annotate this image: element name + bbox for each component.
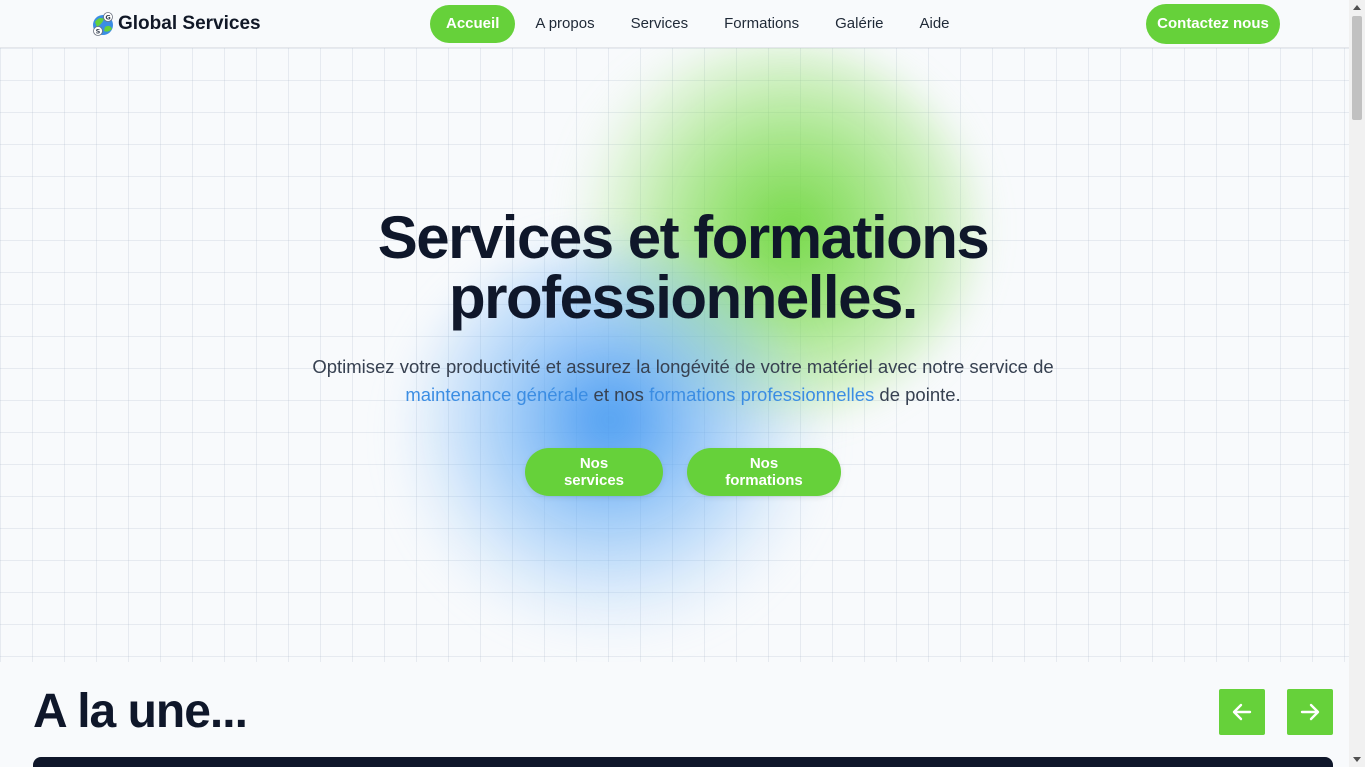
contact-button[interactable]: Contactez nous (1146, 4, 1280, 44)
subtitle-text-1: Optimisez votre productivité et assurez … (312, 356, 1054, 377)
subtitle-text-3: de pointe. (874, 384, 961, 405)
top-navbar: S G Global Services Accueil A propos Ser… (0, 0, 1349, 48)
hero-subtitle: Optimisez votre productivité et assurez … (283, 353, 1083, 409)
arrow-right-icon (1300, 703, 1320, 721)
svg-text:S: S (96, 28, 101, 36)
subtitle-text-2: et nos (588, 384, 650, 405)
svg-text:G: G (105, 14, 110, 22)
scroll-down-icon[interactable] (1353, 757, 1361, 762)
page: S G Global Services Accueil A propos Ser… (0, 0, 1365, 767)
brand-name[interactable]: Global Services (118, 13, 261, 35)
our-trainings-button[interactable]: Nos formations (687, 448, 841, 496)
nav-item-galerie[interactable]: Galérie (817, 5, 901, 43)
hero-title: Services et formations professionnelles. (183, 208, 1183, 328)
scroll-up-icon[interactable] (1353, 5, 1361, 10)
hero-title-line2: professionnelles. (449, 264, 918, 331)
gs-globe-logo-icon[interactable]: S G (90, 10, 116, 38)
hero-actions: Nos services Nos formations (525, 448, 841, 496)
featured-card[interactable] (33, 757, 1333, 767)
nav-item-services[interactable]: Services (613, 5, 707, 43)
nav-item-formations[interactable]: Formations (706, 5, 817, 43)
nav-item-a-propos[interactable]: A propos (517, 5, 612, 43)
maintenance-link[interactable]: maintenance générale (405, 384, 588, 405)
arrow-left-icon (1232, 703, 1252, 721)
formations-link[interactable]: formations professionnelles (649, 384, 874, 405)
nav-item-accueil[interactable]: Accueil (430, 5, 516, 43)
hero-title-line1: Services et formations (377, 204, 990, 271)
nav-item-aide[interactable]: Aide (902, 5, 968, 43)
vertical-scrollbar[interactable] (1349, 0, 1365, 767)
carousel-prev-button[interactable] (1219, 689, 1265, 735)
featured-title: A la une... (33, 685, 248, 738)
carousel-next-button[interactable] (1287, 689, 1333, 735)
main-nav: Accueil A propos Services Formations Gal… (430, 5, 968, 43)
our-services-button[interactable]: Nos services (525, 448, 663, 496)
scrollbar-thumb[interactable] (1352, 16, 1362, 120)
